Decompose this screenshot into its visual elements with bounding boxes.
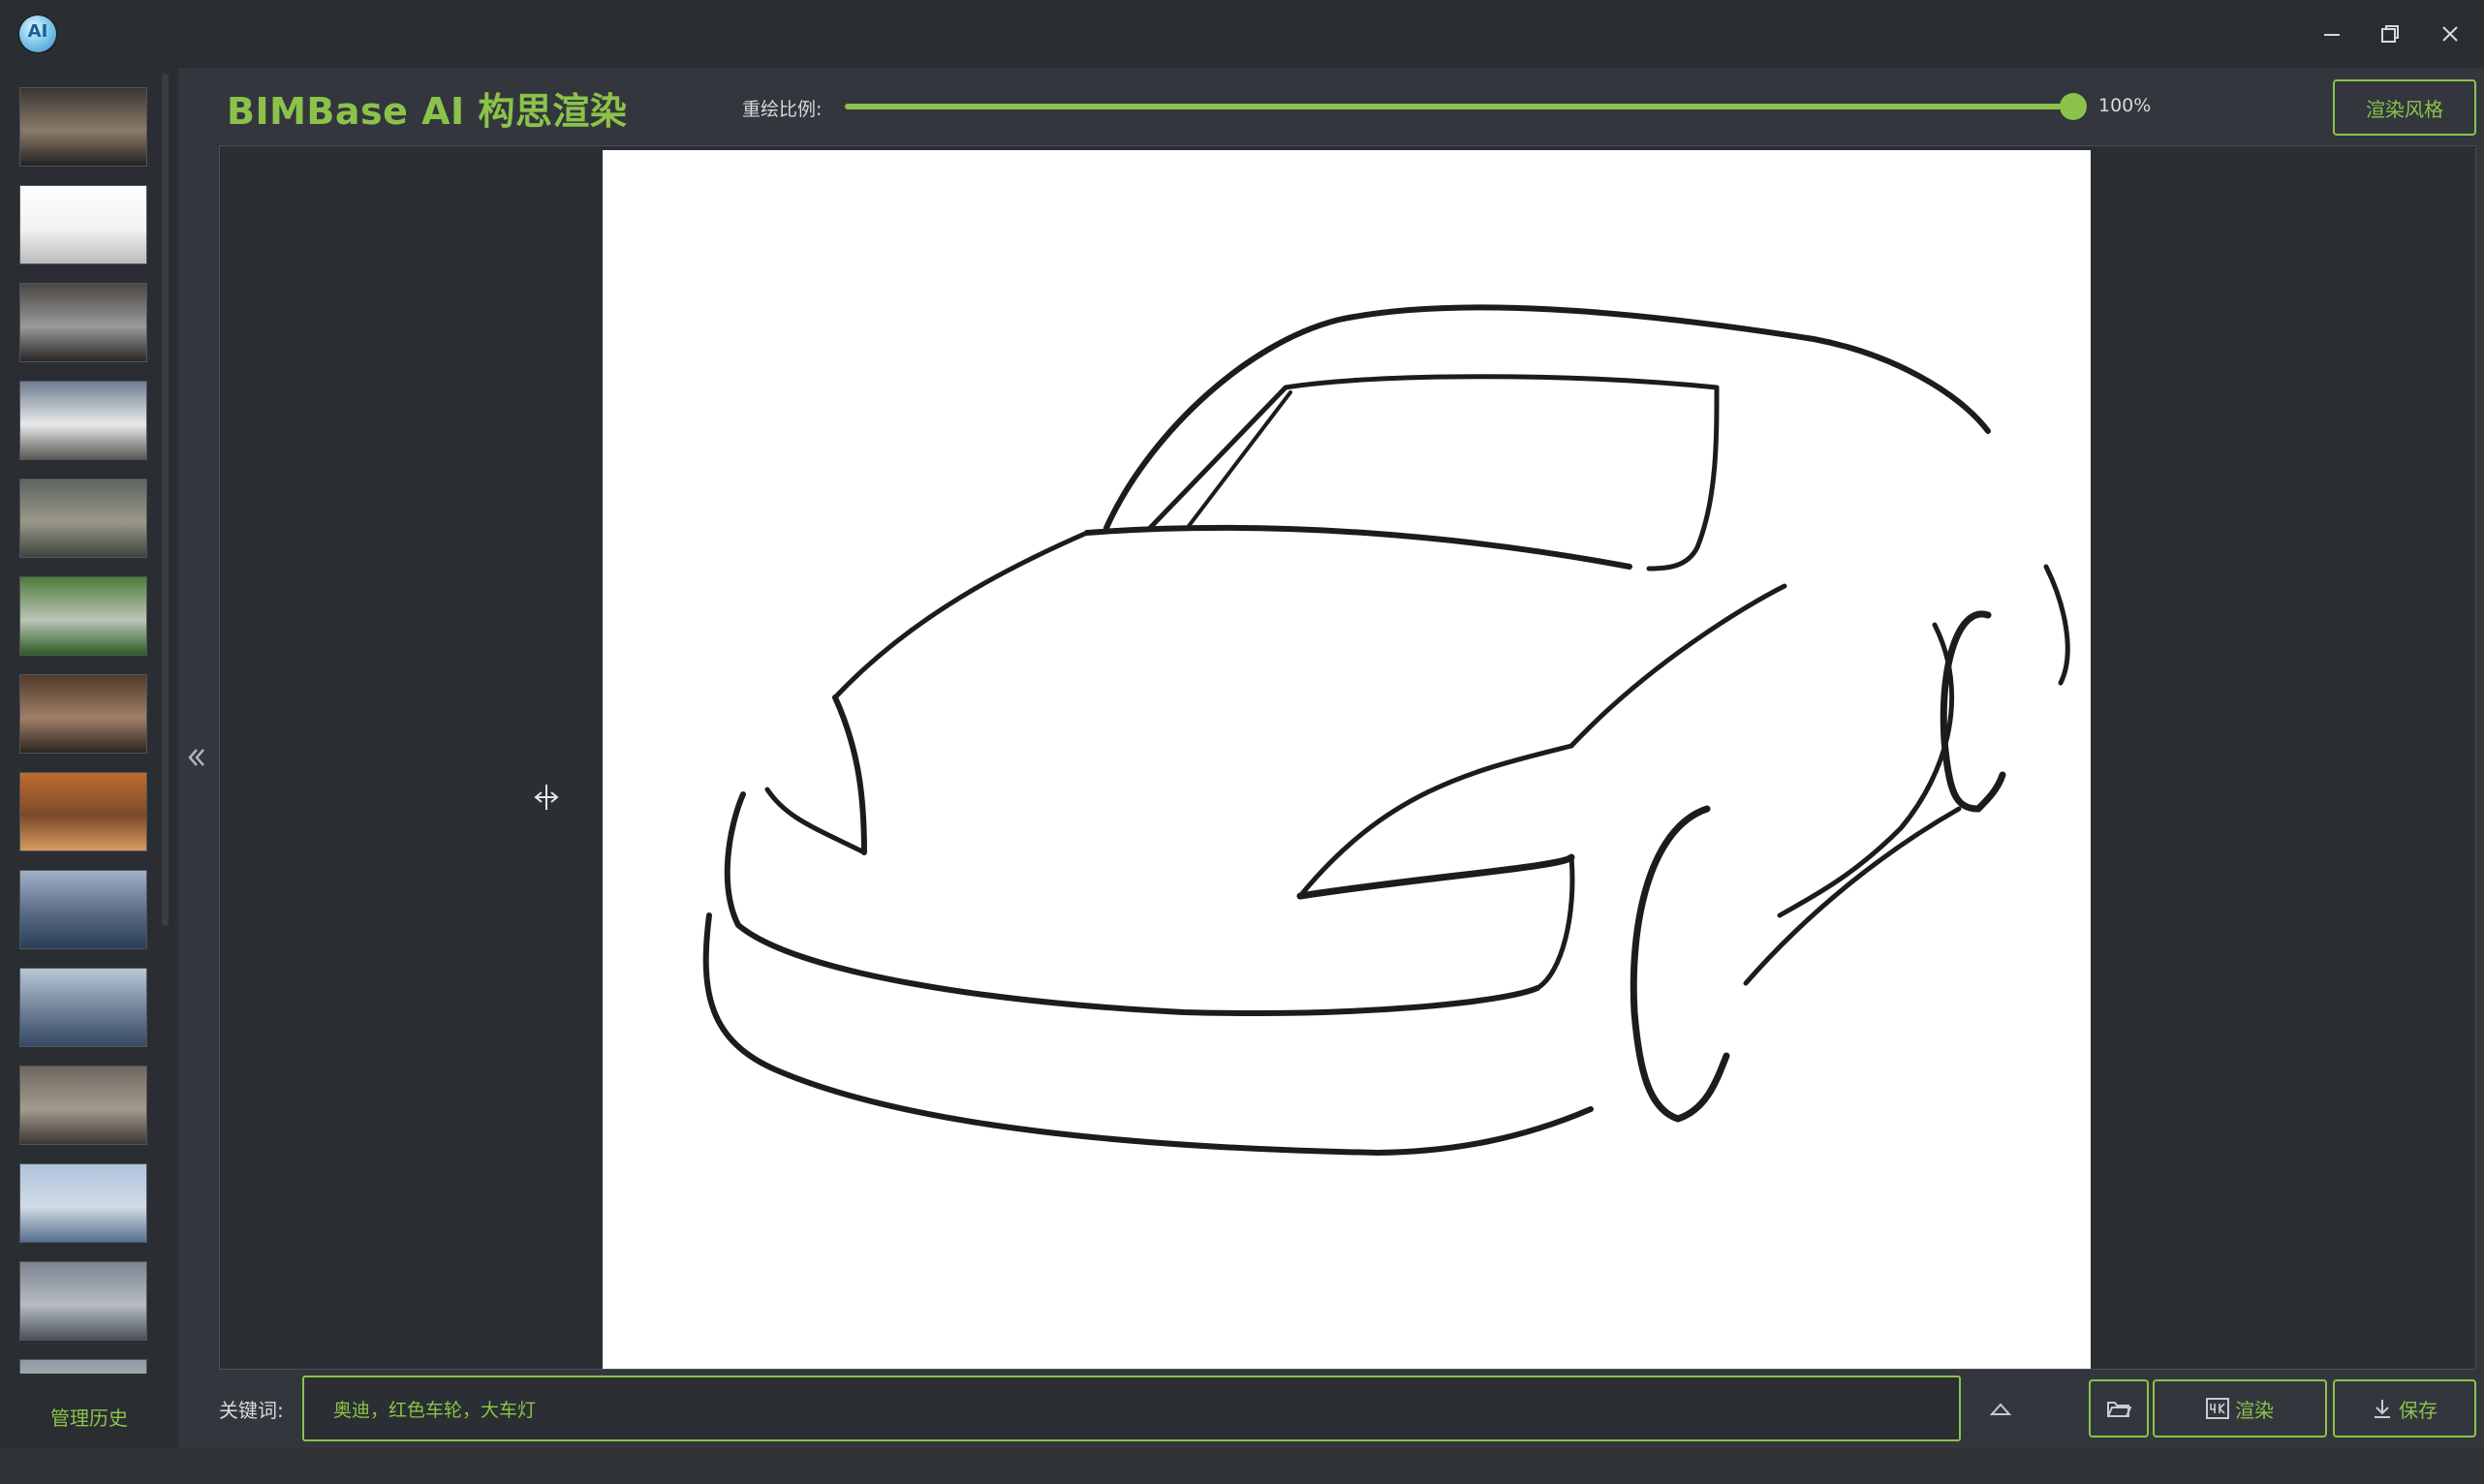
- save-button[interactable]: 保存: [2333, 1379, 2476, 1438]
- render-button[interactable]: 渲染: [2153, 1379, 2327, 1438]
- folder-icon: [2107, 1402, 2131, 1417]
- history-sidebar: 管理历史: [0, 68, 178, 1449]
- keyword-input[interactable]: [302, 1376, 1961, 1441]
- history-thumbnail[interactable]: [19, 968, 147, 1047]
- history-thumbnail[interactable]: [19, 1066, 147, 1145]
- history-thumbnail[interactable]: [19, 185, 147, 264]
- expand-up-icon: [1989, 1403, 2012, 1415]
- manage-history-button[interactable]: 管理历史: [0, 1403, 178, 1431]
- history-thumbnail[interactable]: [19, 381, 147, 460]
- app-logo: AI: [17, 14, 58, 54]
- title-bar: AI: [0, 0, 2484, 68]
- history-thumbnail[interactable]: [19, 772, 147, 851]
- download-icon: [2375, 1400, 2390, 1418]
- app-logo-text: AI: [27, 21, 48, 42]
- save-button-label: 保存: [2399, 1398, 2437, 1422]
- resize-cursor-icon: [530, 781, 563, 814]
- page-title: BIMBase AI 构思渲染: [227, 90, 628, 133]
- history-thumbnail[interactable]: [19, 674, 147, 754]
- redraw-ratio-value: 100%: [2098, 95, 2152, 116]
- status-strip: [0, 1449, 2484, 1484]
- minimize-icon: [2324, 34, 2340, 36]
- history-thumbnail[interactable]: [19, 1359, 147, 1374]
- keyword-label: 关键词:: [219, 1399, 284, 1422]
- history-thumbnail[interactable]: [19, 283, 147, 362]
- redraw-ratio-label: 重绘比例:: [742, 99, 823, 120]
- close-button[interactable]: [2434, 17, 2467, 50]
- collapse-left-icon: [188, 749, 204, 766]
- sidebar-scrollbar[interactable]: [162, 74, 169, 926]
- 4k-icon: [2206, 1398, 2229, 1419]
- history-thumbnail[interactable]: [19, 479, 147, 558]
- history-thumbnail[interactable]: [19, 1261, 147, 1341]
- collapse-sidebar-button[interactable]: [184, 744, 211, 771]
- sketch-canvas[interactable]: [603, 150, 2091, 1369]
- canvas-panel: [219, 145, 2476, 1370]
- render-style-button[interactable]: 渲染风格: [2333, 79, 2476, 136]
- history-thumbnail[interactable]: [19, 576, 147, 656]
- thumbnail-list[interactable]: [8, 76, 171, 1374]
- close-icon: [2442, 26, 2458, 42]
- car-sketch-drawing: [702, 304, 2070, 1156]
- history-thumbnail[interactable]: [19, 870, 147, 949]
- redraw-ratio-slider[interactable]: [845, 104, 2073, 109]
- restore-button[interactable]: [2374, 17, 2406, 50]
- minimize-button[interactable]: [2315, 17, 2348, 50]
- open-folder-button[interactable]: [2089, 1379, 2149, 1438]
- expand-keywords-button[interactable]: [1986, 1395, 2015, 1424]
- restore-icon: [2381, 25, 2399, 43]
- history-thumbnail[interactable]: [19, 87, 147, 167]
- history-thumbnail[interactable]: [19, 1163, 147, 1243]
- slider-handle[interactable]: [2060, 93, 2087, 120]
- render-button-label: 渲染: [2235, 1398, 2274, 1422]
